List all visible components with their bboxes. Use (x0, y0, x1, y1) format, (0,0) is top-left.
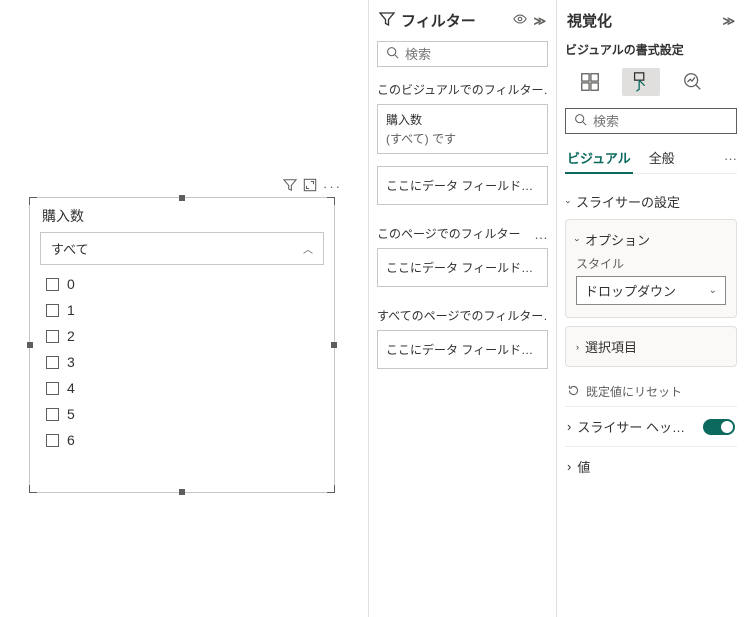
slicer-item-label: 4 (67, 380, 75, 396)
slicer-item[interactable]: 6 (40, 427, 324, 453)
filter-icon (379, 11, 395, 31)
tab-visual[interactable]: ビジュアル (565, 144, 633, 173)
style-value: ドロップダウン (585, 281, 676, 300)
chevron-up-icon: ︿ (303, 241, 313, 256)
analytics-icon[interactable] (674, 68, 712, 96)
filter-section-page: このページでのフィルター … (377, 223, 548, 248)
resize-corner[interactable] (327, 197, 335, 205)
filter-dropzone-visual[interactable]: ここにデータ フィールド… (377, 166, 548, 205)
selection-card: › 選択項目 (565, 326, 737, 367)
slicer-item[interactable]: 0 (40, 271, 324, 297)
resize-corner[interactable] (327, 485, 335, 493)
viz-mode-icons (565, 66, 737, 108)
slicer-item[interactable]: 4 (40, 375, 324, 401)
resize-handle[interactable] (27, 342, 33, 348)
checkbox[interactable] (46, 356, 59, 369)
reset-icon (567, 384, 580, 400)
viz-search[interactable] (565, 108, 737, 134)
section-options[interactable]: › オプション (566, 220, 736, 255)
format-visual-icon[interactable] (622, 68, 660, 96)
checkbox[interactable] (46, 382, 59, 395)
checkbox[interactable] (46, 434, 59, 447)
resize-handle[interactable] (179, 489, 185, 495)
build-visual-icon[interactable] (571, 68, 609, 96)
visual-toolbar: ··· (283, 178, 342, 195)
filter-dropzone-all[interactable]: ここにデータ フィールド… (377, 330, 548, 369)
more-icon[interactable]: … (534, 226, 548, 242)
chevron-down-icon: › (573, 238, 583, 241)
more-options-icon[interactable]: ··· (323, 179, 342, 194)
chevron-right-icon: › (567, 419, 571, 434)
search-icon (574, 113, 587, 129)
slicer-item-label: 0 (67, 276, 75, 292)
checkbox[interactable] (46, 330, 59, 343)
viz-subtitle: ビジュアルの書式設定 (565, 41, 737, 66)
tab-general[interactable]: 全般 (647, 144, 677, 173)
slicer-dropdown-header[interactable]: すべて ︿ (40, 232, 324, 265)
viz-panel-header: 視覚化 ≫ (565, 6, 737, 41)
viz-title: 視覚化 (567, 10, 612, 31)
chevron-right-icon: › (567, 459, 571, 474)
slicer-item-label: 6 (67, 432, 75, 448)
slicer-item-label: 2 (67, 328, 75, 344)
option-card: › オプション スタイル ドロップダウン ⌄ (565, 219, 737, 318)
visualizations-panel: 視覚化 ≫ ビジュアルの書式設定 ビジュアル 全般 ··· › スライサーの設定… (557, 0, 745, 617)
slicer-item-label: 5 (67, 406, 75, 422)
style-label: スタイル (576, 255, 726, 272)
chevron-down-icon: ⌄ (709, 285, 717, 296)
section-values[interactable]: › 値 (565, 446, 737, 486)
resize-corner[interactable] (29, 485, 37, 493)
section-selection[interactable]: › 選択項目 (566, 327, 736, 366)
filters-title: フィルター (401, 10, 476, 31)
filter-section-all: すべてのページでのフィルター… (377, 305, 548, 330)
filters-search-input[interactable] (405, 47, 581, 62)
filter-field-name: 購入数 (386, 111, 539, 128)
search-icon (386, 46, 399, 62)
section-slicer-settings[interactable]: › スライサーの設定 (565, 184, 737, 219)
filters-panel: フィルター ≫ このビジュアルでのフィルター… 購入数 (すべて) です ここに… (369, 0, 557, 617)
checkbox[interactable] (46, 304, 59, 317)
slicer-item[interactable]: 5 (40, 401, 324, 427)
viz-tabs: ビジュアル 全般 ··· (565, 144, 737, 174)
style-dropdown[interactable]: ドロップダウン ⌄ (576, 276, 726, 305)
focus-mode-icon[interactable] (303, 178, 317, 195)
slicer-item[interactable]: 3 (40, 349, 324, 375)
filter-icon[interactable] (283, 178, 297, 195)
filter-field-status: (すべて) です (386, 130, 539, 147)
collapse-icon[interactable]: ≫ (533, 14, 546, 28)
slicer-item-label: 3 (67, 354, 75, 370)
checkbox[interactable] (46, 408, 59, 421)
slicer-header-toggle[interactable] (703, 419, 735, 435)
resize-corner[interactable] (29, 197, 37, 205)
section-slicer-header[interactable]: › スライサー ヘッ… (565, 406, 737, 446)
resize-handle[interactable] (179, 195, 185, 201)
resize-handle[interactable] (331, 342, 337, 348)
viz-search-input[interactable] (593, 114, 745, 129)
slicer-item[interactable]: 2 (40, 323, 324, 349)
filter-section-visual: このビジュアルでのフィルター… (377, 79, 548, 104)
filter-dropzone-page[interactable]: ここにデータ フィールド… (377, 248, 548, 287)
slicer-selected-value: すべて (51, 239, 89, 258)
eye-icon[interactable] (513, 12, 527, 29)
chevron-down-icon: › (564, 200, 574, 203)
filters-search[interactable] (377, 41, 548, 67)
slicer-item-label: 1 (67, 302, 75, 318)
slicer-visual[interactable]: 購入数 すべて ︿ 0 1 2 3 4 5 6 (29, 197, 335, 493)
filters-panel-header: フィルター ≫ (377, 6, 548, 41)
slicer-title: 購入数 (30, 198, 334, 232)
filter-card[interactable]: 購入数 (すべて) です (377, 104, 548, 154)
slicer-items-list: 0 1 2 3 4 5 6 (30, 271, 334, 453)
slicer-item[interactable]: 1 (40, 297, 324, 323)
report-canvas[interactable]: ··· 購入数 すべて ︿ 0 1 2 3 4 5 6 (0, 0, 369, 617)
collapse-icon[interactable]: ≫ (722, 14, 735, 28)
more-icon[interactable]: ··· (724, 151, 737, 166)
reset-defaults[interactable]: 既定値にリセット (565, 375, 737, 406)
chevron-right-icon: › (576, 342, 579, 352)
checkbox[interactable] (46, 278, 59, 291)
